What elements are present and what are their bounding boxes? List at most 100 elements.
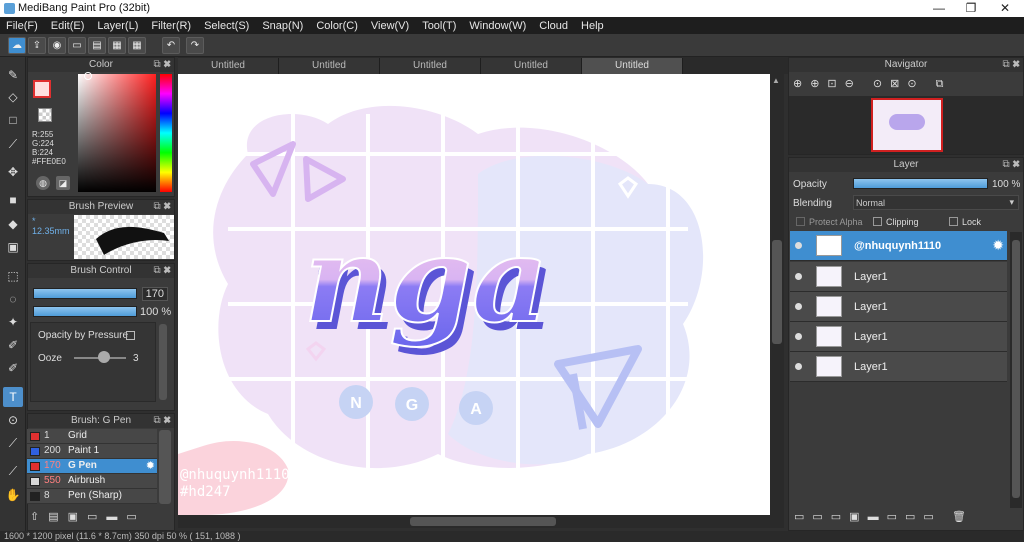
panel-controls-icon[interactable]: ⧉ ✖ xyxy=(153,414,171,428)
saturation-value-picker[interactable] xyxy=(78,74,156,192)
gear-icon[interactable]: ✹ xyxy=(992,237,1004,254)
upload-icon[interactable]: ⇪ xyxy=(28,37,46,54)
visibility-eye-icon[interactable] xyxy=(795,273,802,280)
eraser-tool-icon[interactable]: ◇ xyxy=(3,87,23,107)
brush-item-grid[interactable]: 1 Grid xyxy=(27,429,157,444)
gear-icon[interactable]: ✹ xyxy=(146,459,155,472)
horizontal-scroll-thumb[interactable] xyxy=(410,517,556,526)
palette-icon[interactable]: ◍ xyxy=(36,176,50,190)
layer-row-layer1[interactable]: Layer1 xyxy=(790,292,1007,322)
ooze-slider-thumb[interactable] xyxy=(98,351,110,363)
comment-icon[interactable]: ◉ xyxy=(48,37,66,54)
minimize-button[interactable]: — xyxy=(922,0,956,17)
fill-rect-icon[interactable]: ■ xyxy=(3,190,23,210)
cloud-icon[interactable]: ☁ xyxy=(8,37,26,54)
brush-list-actions[interactable]: ⇧▤▣▭▬▭ xyxy=(30,510,170,526)
close-window-button[interactable]: ✕ xyxy=(988,0,1022,17)
panel-controls-icon[interactable]: ⧉ ✖ xyxy=(153,264,171,278)
picker-cursor[interactable] xyxy=(84,72,92,80)
brush-list-scrollbar[interactable] xyxy=(159,430,171,504)
layer-row-nhuquynh1110[interactable]: @nhuquynh1110 ✹ xyxy=(790,231,1007,261)
brush-item-paint-1[interactable]: 200 Paint 1 xyxy=(27,444,157,459)
brush-item-g-pen[interactable]: 170 G Pen ✹ xyxy=(27,459,157,474)
tab-untitled-4[interactable]: Untitled xyxy=(481,58,582,74)
navigator-thumbnail[interactable] xyxy=(871,98,943,152)
menu-cloud[interactable]: Cloud xyxy=(539,20,568,32)
select-pen-icon[interactable]: ✐ xyxy=(3,335,23,355)
layer-row-layer1[interactable]: Layer1 xyxy=(790,352,1007,382)
blending-select[interactable]: Normal ▾ xyxy=(853,195,1019,210)
panel-controls-icon[interactable]: ⧉ ✖ xyxy=(153,58,171,72)
panel-icon[interactable]: ▦ xyxy=(108,37,126,54)
hand-tool-icon[interactable]: ✋ xyxy=(3,485,23,505)
menu-color[interactable]: Color(C) xyxy=(316,20,358,32)
menu-view[interactable]: View(V) xyxy=(371,20,409,32)
menu-help[interactable]: Help xyxy=(581,20,604,32)
menu-edit[interactable]: Edit(E) xyxy=(51,20,85,32)
rectangle-tool-icon[interactable]: □ xyxy=(3,110,23,130)
brush-control-scrollbar[interactable] xyxy=(159,324,167,400)
brush-opacity-slider[interactable] xyxy=(33,306,137,317)
canvas-vertical-scrollbar[interactable]: ▲ xyxy=(770,74,784,515)
tab-untitled-5[interactable]: Untitled xyxy=(582,58,683,74)
brush-item-pen-sharp[interactable]: 8 Pen (Sharp) xyxy=(27,489,157,504)
delete-layer-icon[interactable]: 🗑 xyxy=(952,510,966,523)
bucket-tool-icon[interactable]: ◆ xyxy=(3,214,23,234)
lasso-tool-icon[interactable]: ◌ xyxy=(3,289,23,309)
brush-size-slider[interactable] xyxy=(33,288,137,299)
visibility-eye-icon[interactable] xyxy=(795,333,802,340)
opacity-by-pressure-checkbox[interactable] xyxy=(126,331,135,340)
protect-alpha-checkbox[interactable] xyxy=(796,217,805,226)
visibility-eye-icon[interactable] xyxy=(795,242,802,249)
text-tool-icon[interactable]: T xyxy=(3,387,23,407)
layer-opacity-slider[interactable] xyxy=(853,178,988,189)
hue-slider[interactable] xyxy=(160,74,172,192)
select-eraser-icon[interactable]: ✐ xyxy=(3,358,23,378)
divide-tool-icon[interactable]: ⟋ xyxy=(3,433,23,453)
menu-tool[interactable]: Tool(T) xyxy=(422,20,456,32)
layer-row-layer1[interactable]: Layer1 xyxy=(790,262,1007,292)
magic-wand-icon[interactable]: ✦ xyxy=(3,312,23,332)
lock-option[interactable]: Lock xyxy=(949,217,981,227)
move-tool-icon[interactable]: ✥ xyxy=(3,162,23,182)
menu-layer[interactable]: Layer(L) xyxy=(97,20,138,32)
canvas-horizontal-scrollbar[interactable] xyxy=(178,515,784,528)
color-mode-icon[interactable]: ◪ xyxy=(56,176,70,190)
menu-file[interactable]: File(F) xyxy=(6,20,38,32)
clipping-checkbox[interactable] xyxy=(873,217,882,226)
visibility-eye-icon[interactable] xyxy=(795,363,802,370)
brush-size-value[interactable]: 170 xyxy=(142,287,168,301)
drawing-canvas[interactable]: N G A nga nga @nhuquynh1110 #hd247 xyxy=(178,74,770,515)
layer-list-scrollbar[interactable] xyxy=(1010,232,1022,508)
select-rect-icon[interactable]: ⬚ xyxy=(3,266,23,286)
protect-alpha-option[interactable]: Protect Alpha xyxy=(796,217,863,227)
panel-controls-icon[interactable]: ⧉ ✖ xyxy=(153,200,171,214)
tab-untitled-2[interactable]: Untitled xyxy=(279,58,380,74)
eyedropper-icon[interactable]: ⟋ xyxy=(3,461,23,481)
operation-tool-icon[interactable]: ⊙ xyxy=(3,410,23,430)
maximize-button[interactable]: ❐ xyxy=(954,0,988,17)
brush-tool-icon[interactable]: ✎ xyxy=(3,65,23,85)
vertical-scroll-thumb[interactable] xyxy=(772,240,782,344)
lock-checkbox[interactable] xyxy=(949,217,958,226)
clipping-option[interactable]: Clipping xyxy=(873,217,919,227)
transparent-swatch[interactable] xyxy=(38,108,52,122)
menu-window[interactable]: Window(W) xyxy=(469,20,526,32)
menu-select[interactable]: Select(S) xyxy=(204,20,249,32)
panel-controls-icon[interactable]: ⧉ ✖ xyxy=(1002,158,1020,172)
primary-color-swatch[interactable] xyxy=(33,80,51,98)
scroll-up-icon[interactable]: ▲ xyxy=(772,76,780,85)
menu-snap[interactable]: Snap(N) xyxy=(262,20,303,32)
redo-icon[interactable]: ↷ xyxy=(186,37,204,54)
layer-row-layer1[interactable]: Layer1 xyxy=(790,322,1007,352)
undo-icon[interactable]: ↶ xyxy=(162,37,180,54)
menu-filter[interactable]: Filter(R) xyxy=(151,20,191,32)
gradient-tool-icon[interactable]: ▣ xyxy=(3,237,23,257)
tab-untitled-3[interactable]: Untitled xyxy=(380,58,481,74)
tab-untitled-1[interactable]: Untitled xyxy=(178,58,279,74)
dot-tool-icon[interactable]: ⟋ xyxy=(3,134,23,154)
navigator-zoom-controls[interactable]: ⊕⊕⊡⊖ ⊙⊠⊙ ⧉ xyxy=(793,77,968,93)
visibility-eye-icon[interactable] xyxy=(795,303,802,310)
page-icon[interactable]: ▤ xyxy=(88,37,106,54)
grid-icon[interactable]: ▦ xyxy=(128,37,146,54)
